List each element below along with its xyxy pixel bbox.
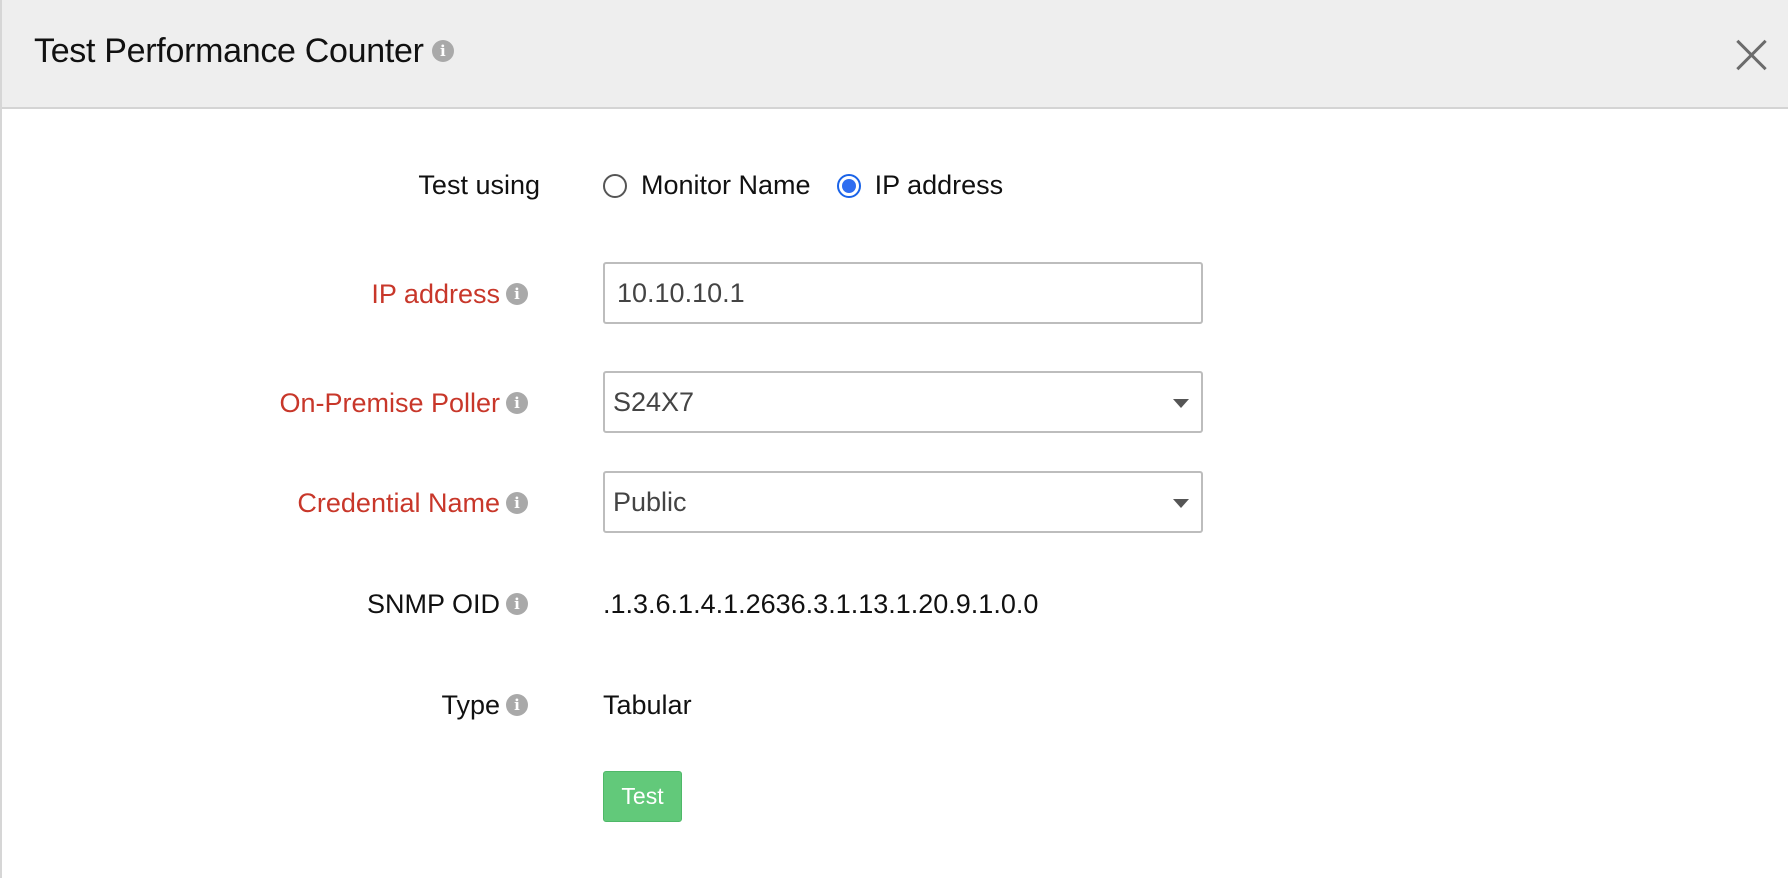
- test-button[interactable]: Test: [603, 771, 682, 822]
- dialog-title: Test Performance Counter i: [34, 32, 454, 71]
- poller-label-text: On-Premise Poller: [279, 388, 500, 418]
- poller-selected-value: S24X7: [613, 386, 695, 417]
- radio-ip-address-label: IP address: [874, 170, 1004, 200]
- radio-ip-address[interactable]: IP address: [836, 170, 1004, 201]
- info-icon[interactable]: i: [431, 40, 454, 63]
- type-label: Type i: [441, 690, 528, 721]
- poller-select[interactable]: S24X7: [603, 371, 1203, 433]
- dialog-header: Test Performance Counter i: [2, 0, 1788, 109]
- credential-label-text: Credential Name: [297, 488, 500, 518]
- radio-monitor-name-label: Monitor Name: [641, 170, 811, 200]
- info-icon[interactable]: i: [506, 391, 528, 414]
- credential-select[interactable]: Public: [603, 471, 1203, 533]
- test-using-radio-group: Monitor Name IP address: [603, 170, 1029, 201]
- radio-button-unchecked[interactable]: [603, 173, 627, 198]
- type-label-text: Type: [441, 690, 500, 720]
- dialog-title-text: Test Performance Counter: [34, 32, 424, 70]
- snmp-oid-label: SNMP OID i: [367, 589, 528, 620]
- radio-button-checked[interactable]: [836, 173, 861, 198]
- snmp-oid-label-text: SNMP OID: [366, 589, 500, 619]
- info-icon[interactable]: i: [506, 592, 528, 615]
- info-icon[interactable]: i: [506, 693, 528, 716]
- credential-label: Credential Name i: [297, 488, 528, 519]
- ip-address-input[interactable]: 10.10.10.1: [603, 262, 1203, 324]
- info-icon[interactable]: i: [506, 491, 528, 514]
- close-icon[interactable]: [1735, 38, 1769, 72]
- ip-address-label: IP address i: [371, 279, 528, 310]
- poller-label: On-Premise Poller i: [279, 388, 528, 419]
- radio-monitor-name[interactable]: Monitor Name: [603, 170, 811, 201]
- ip-address-value: 10.10.10.1: [617, 277, 745, 308]
- dialog: Test Performance Counter i Test using Mon…: [0, 0, 1788, 878]
- snmp-oid-value: .1.3.6.1.4.1.2636.3.1.13.1.20.9.1.0.0: [603, 589, 1039, 619]
- ip-address-label-text: IP address: [371, 279, 500, 309]
- type-value: Tabular: [603, 690, 692, 720]
- info-icon[interactable]: i: [506, 282, 528, 305]
- chevron-down-icon[interactable]: [1173, 499, 1189, 508]
- chevron-down-icon[interactable]: [1173, 399, 1189, 408]
- credential-selected-value: Public: [613, 486, 687, 517]
- test-using-label: Test using: [418, 170, 540, 200]
